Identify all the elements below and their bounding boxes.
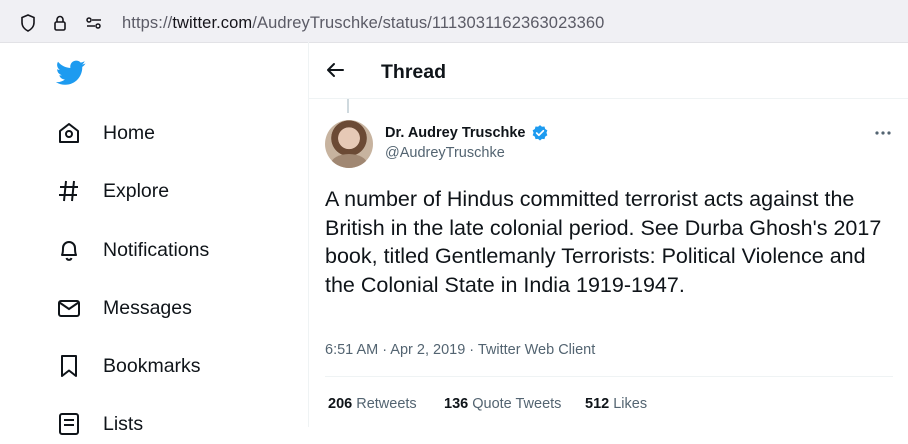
envelope-icon [58, 300, 80, 317]
quote-tweets-label: Quote Tweets [472, 396, 562, 412]
sidebar-item-explore[interactable]: Explore [56, 171, 169, 211]
sidebar: Home Explore Notifications Messages Book… [0, 42, 308, 435]
page-title: Thread [381, 61, 447, 83]
url-path: /AudreyTruschke/status/11130311623630233… [252, 14, 605, 32]
address-bar[interactable]: https://twitter.com/AudreyTruschke/statu… [6, 4, 902, 38]
likes-label: Likes [613, 396, 648, 412]
thread-connector [347, 99, 349, 113]
tweet-timestamp[interactable]: 6:51 AM · Apr 2, 2019 · Twitter Web Clie… [325, 342, 595, 358]
retweets-count: 206 [328, 396, 353, 412]
list-icon [59, 413, 79, 435]
author-handle[interactable]: @AudreyTruschke [385, 145, 505, 161]
lock-icon[interactable] [50, 13, 70, 33]
sidebar-item-label: Lists [103, 412, 144, 435]
likes-count: 512 [585, 396, 610, 412]
sidebar-item-lists[interactable]: Lists [56, 404, 143, 444]
sidebar-item-home[interactable]: Home [56, 113, 155, 153]
hashtag-icon [59, 180, 78, 202]
retweets-stat[interactable]: 206 Retweets [328, 396, 417, 412]
quote-tweets-count: 136 [444, 396, 469, 412]
tweet-stats: 206 Retweets 136 Quote Tweets 512 Likes [325, 376, 893, 429]
sidebar-item-notifications[interactable]: Notifications [56, 230, 209, 270]
quote-tweets-stat[interactable]: 136 Quote Tweets [444, 396, 561, 412]
thread-header: Thread [309, 42, 908, 99]
sidebar-item-messages[interactable]: Messages [56, 288, 192, 328]
url-prefix: https:// [122, 14, 173, 32]
back-arrow-icon[interactable] [323, 58, 347, 82]
verified-badge-icon [532, 125, 548, 141]
url-text[interactable]: https://twitter.com/AudreyTruschke/statu… [122, 14, 604, 33]
sidebar-item-bookmarks[interactable]: Bookmarks [56, 346, 201, 386]
twitter-logo-icon[interactable] [56, 60, 86, 86]
shield-icon[interactable] [18, 13, 38, 33]
sidebar-item-label: Notifications [103, 238, 210, 261]
sidebar-item-label: Messages [103, 296, 192, 319]
main-column: Thread Dr. Audrey Truschke @AudreyTrusch… [309, 42, 908, 427]
bookmark-icon [61, 355, 77, 377]
home-icon [59, 123, 79, 143]
bell-icon [61, 241, 77, 261]
avatar-shoulders [331, 154, 367, 168]
permissions-icon[interactable] [84, 13, 104, 33]
likes-stat[interactable]: 512 Likes [585, 396, 647, 412]
author-name[interactable]: Dr. Audrey Truschke [385, 125, 526, 141]
url-host: twitter.com [172, 14, 253, 32]
sidebar-item-label: Explore [103, 179, 170, 202]
more-options-icon[interactable] [873, 126, 893, 140]
tweet-text: A number of Hindus committed terrorist a… [325, 187, 882, 297]
avatar[interactable] [325, 120, 373, 168]
browser-toolbar: https://twitter.com/AudreyTruschke/statu… [0, 0, 908, 43]
retweets-label: Retweets [356, 396, 417, 412]
sidebar-item-label: Bookmarks [103, 354, 201, 377]
sidebar-item-label: Home [103, 121, 156, 144]
